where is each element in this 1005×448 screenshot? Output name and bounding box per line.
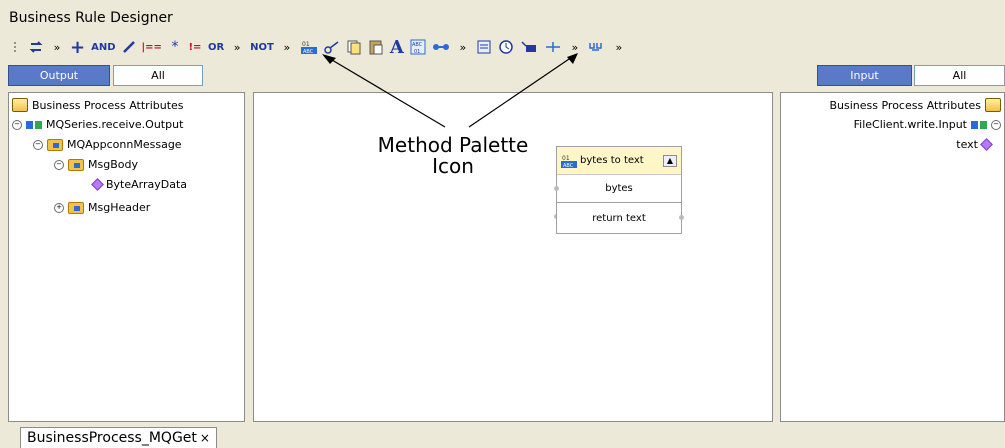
- tab-output[interactable]: Output: [8, 65, 110, 86]
- text-a-button[interactable]: A: [390, 36, 404, 58]
- tree-node-label: ByteArrayData: [106, 178, 188, 191]
- editor-tab-label: BusinessProcess_MQGet: [27, 430, 197, 446]
- collapse-icon[interactable]: −: [12, 119, 22, 130]
- not-button[interactable]: NOT: [250, 36, 274, 58]
- paste-icon[interactable]: [368, 36, 384, 58]
- more-button[interactable]: »: [568, 36, 582, 58]
- svg-text:ABC: ABC: [412, 42, 423, 48]
- business-process-icon: [12, 98, 28, 112]
- tree-node-label: MQSeries.receive.Output: [46, 118, 184, 131]
- number-to-text-icon: 01ABC: [561, 155, 577, 168]
- node-icon: [971, 120, 987, 129]
- collapse-icon[interactable]: −: [33, 139, 43, 150]
- business-process-icon: [985, 98, 1001, 112]
- tab-input-all[interactable]: All: [914, 65, 1005, 86]
- method-box-title: bytes to text: [580, 155, 644, 166]
- not-equals-button[interactable]: !=: [188, 36, 202, 58]
- method-palette-toolbar: » + AND |== * != OR » NOT » 01 ABC A ABC 0…: [8, 34, 808, 60]
- svg-text:01: 01: [302, 41, 310, 48]
- method-output-return-text[interactable]: return text: [557, 203, 684, 233]
- tree-node-label: FileClient.write.Input: [853, 118, 967, 131]
- node-icon: [26, 120, 42, 129]
- tree-root-label: Business Process Attributes: [32, 98, 184, 112]
- tab-output-all[interactable]: All: [113, 65, 203, 86]
- tree-node-text[interactable]: text: [956, 138, 993, 151]
- tree-root-input[interactable]: Business Process Attributes: [829, 98, 1001, 112]
- more-button[interactable]: »: [456, 36, 470, 58]
- tree-node-write-input[interactable]: FileClient.write.Input −: [854, 118, 1001, 131]
- input-port[interactable]: [554, 186, 559, 191]
- folder-icon: [68, 158, 84, 171]
- annotation-line2: Icon: [432, 154, 474, 178]
- attribute-icon: [91, 178, 104, 191]
- output-port[interactable]: [679, 215, 684, 220]
- asterisk-button[interactable]: *: [168, 36, 182, 58]
- cut-icon[interactable]: [324, 36, 340, 58]
- link-icon[interactable]: [432, 36, 450, 58]
- number-to-text-icon[interactable]: 01 ABC: [300, 36, 318, 58]
- close-icon[interactable]: ×: [200, 431, 210, 445]
- tree-node-label: MsgBody: [88, 158, 138, 171]
- tree-node-receive-output[interactable]: − MQSeries.receive.Output: [12, 118, 183, 131]
- more-button[interactable]: »: [612, 36, 626, 58]
- clock-icon[interactable]: [498, 36, 514, 58]
- editor-tab[interactable]: BusinessProcess_MQGet ×: [20, 427, 217, 448]
- tree-node-msgbody[interactable]: − MsgBody: [54, 158, 138, 171]
- equals-button[interactable]: |==: [142, 36, 162, 58]
- collapse-button[interactable]: ▲: [663, 154, 677, 167]
- svg-text:01: 01: [414, 49, 420, 55]
- loop-icon[interactable]: [28, 36, 44, 58]
- expand-icon[interactable]: +: [54, 202, 64, 213]
- annotation-line1: Method Palette: [377, 133, 529, 157]
- collapse-icon[interactable]: −: [991, 119, 1001, 130]
- grip-icon: [8, 36, 22, 58]
- method-output-label: return text: [592, 212, 646, 224]
- method-input-bytes[interactable]: bytes: [554, 175, 681, 203]
- split-icon[interactable]: [544, 36, 562, 58]
- add-icon[interactable]: +: [70, 36, 85, 58]
- method-output-row[interactable]: return text: [556, 202, 684, 234]
- or-button[interactable]: OR: [208, 36, 224, 58]
- tree-node-label: text: [956, 138, 978, 151]
- tree-node-appconn-message[interactable]: − MQAppconnMessage: [33, 138, 182, 151]
- abc-icon[interactable]: ABC 01: [410, 36, 426, 58]
- input-tree-panel: Business Process Attributes FileClient.w…: [780, 92, 1005, 422]
- method-input-label: bytes: [605, 183, 633, 194]
- folder-icon: [47, 138, 63, 151]
- tree-node-msgheader[interactable]: + MsgHeader: [54, 201, 150, 214]
- id-arrow-icon[interactable]: [520, 36, 538, 58]
- attribute-icon: [980, 138, 993, 151]
- svg-text:01: 01: [562, 155, 570, 162]
- more-button[interactable]: »: [50, 36, 64, 58]
- svg-text:ABC: ABC: [563, 163, 574, 168]
- more-button[interactable]: »: [230, 36, 244, 58]
- tree-root-label: Business Process Attributes: [829, 98, 981, 112]
- slash-icon[interactable]: [122, 36, 136, 58]
- copy-icon[interactable]: [346, 36, 362, 58]
- tree-node-label: MQAppconnMessage: [67, 138, 182, 151]
- tree-node-bytearraydata[interactable]: ByteArrayData: [91, 178, 188, 191]
- method-box-header[interactable]: 01 ABC bytes to text ▲: [557, 147, 681, 175]
- tree-root-output[interactable]: Business Process Attributes: [12, 98, 184, 112]
- svg-text:ABC: ABC: [303, 49, 314, 55]
- folder-icon: [68, 201, 84, 214]
- window-title: Business Rule Designer: [9, 10, 173, 26]
- id-icon[interactable]: [476, 36, 492, 58]
- annotation-label: Method Palette Icon: [366, 135, 540, 177]
- output-tree-panel: Business Process Attributes − MQSeries.r…: [8, 92, 245, 422]
- join-icon[interactable]: [588, 36, 606, 58]
- and-button[interactable]: AND: [91, 36, 115, 58]
- more-button[interactable]: »: [280, 36, 294, 58]
- collapse-icon[interactable]: −: [54, 159, 64, 170]
- tab-input[interactable]: Input: [817, 65, 912, 86]
- tree-node-label: MsgHeader: [88, 201, 151, 214]
